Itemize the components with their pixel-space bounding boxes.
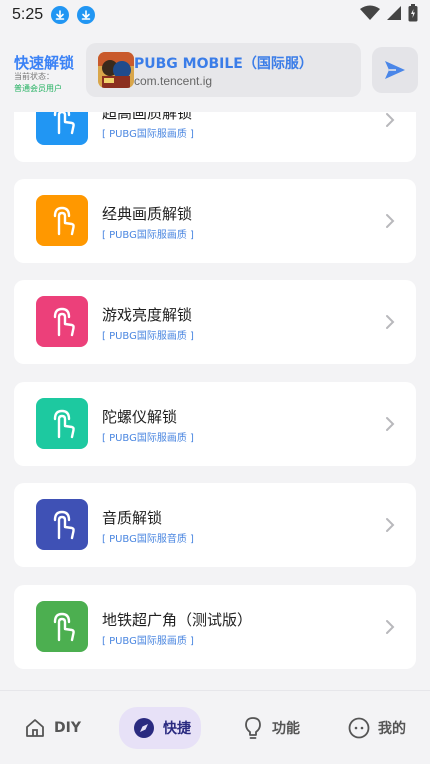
chevron-right-icon (386, 315, 395, 329)
unlock-list: 超高画质解锁 [ PUBG国际服画质 ] 经典画质解锁 [ PUBG国际服画质 … (0, 112, 430, 690)
profile-face-icon (348, 717, 370, 739)
nav-label: DIY (54, 720, 81, 736)
nav-mine[interactable]: 我的 (348, 707, 406, 749)
touch-icon (36, 296, 88, 347)
member-status: 普通会员用户 (14, 84, 62, 93)
list-item[interactable]: 超高画质解锁 [ PUBG国际服画质 ] (14, 112, 416, 162)
touch-icon (36, 499, 88, 550)
nav-diy[interactable]: DIY (24, 707, 81, 749)
chevron-right-icon (386, 417, 395, 431)
touch-icon (36, 398, 88, 449)
lightbulb-icon (245, 717, 261, 739)
touch-icon (36, 601, 88, 652)
item-title: 地铁超广角（测试版） (102, 611, 253, 629)
signal-icon (386, 5, 402, 25)
pubg-game-icon (98, 52, 134, 88)
list-item[interactable]: 经典画质解锁 [ PUBG国际服画质 ] (14, 179, 416, 263)
nav-label: 我的 (378, 721, 406, 737)
item-subtitle: [ PUBG国际服画质 ] (102, 433, 194, 444)
item-subtitle: [ PUBG国际服画质 ] (102, 331, 194, 342)
status-bar: 5:25 (0, 0, 430, 30)
status-time: 5:25 (12, 6, 44, 23)
home-icon (26, 719, 44, 737)
download-notification-icon (77, 6, 96, 24)
chevron-right-icon (386, 214, 395, 228)
list-item[interactable]: 地铁超广角（测试版） [ PUBG国际服画质 ] (14, 585, 416, 669)
compass-icon (134, 718, 154, 738)
item-subtitle: [ PUBG国际服画质 ] (102, 230, 194, 241)
touch-icon (36, 195, 88, 246)
item-subtitle: [ PUBG国际服画质 ] (102, 129, 194, 140)
game-name: PUBG MOBILE（国际服） (134, 56, 313, 72)
send-icon (385, 61, 405, 79)
item-title: 经典画质解锁 (102, 205, 193, 223)
chevron-right-icon (386, 518, 395, 532)
brand-title: 快速解锁 (14, 54, 75, 72)
download-notification-icon (51, 6, 70, 24)
game-package: com.tencent.ig (134, 74, 213, 88)
nav-label: 功能 (272, 721, 300, 737)
wifi-icon (360, 5, 380, 25)
app-header: 快速解锁 当前状态： 普通会员用户 PUBG MOBILE（国际服） com.t… (0, 30, 430, 112)
item-subtitle: [ PUBG国际服画质 ] (102, 636, 194, 647)
status-label: 当前状态： (14, 72, 54, 81)
touch-icon (36, 112, 88, 145)
nav-shortcut[interactable]: 快捷 (119, 707, 201, 749)
item-subtitle: [ PUBG国际服音质 ] (102, 534, 194, 545)
item-title: 陀螺仪解锁 (102, 408, 178, 426)
item-title: 游戏亮度解锁 (102, 306, 193, 324)
game-selector[interactable]: PUBG MOBILE（国际服） com.tencent.ig (86, 43, 361, 97)
chevron-right-icon (386, 113, 395, 127)
list-item[interactable]: 音质解锁 [ PUBG国际服音质 ] (14, 483, 416, 567)
chevron-right-icon (386, 620, 395, 634)
battery-icon (408, 4, 418, 26)
list-item[interactable]: 陀螺仪解锁 [ PUBG国际服画质 ] (14, 382, 416, 466)
item-title: 音质解锁 (102, 509, 163, 527)
nav-function[interactable]: 功能 (242, 707, 300, 749)
item-title: 超高画质解锁 (102, 112, 193, 122)
launch-button[interactable] (372, 47, 418, 93)
list-item[interactable]: 游戏亮度解锁 [ PUBG国际服画质 ] (14, 280, 416, 364)
nav-label: 快捷 (163, 721, 191, 737)
bottom-nav: DIY 快捷 功能 我的 (0, 690, 430, 764)
